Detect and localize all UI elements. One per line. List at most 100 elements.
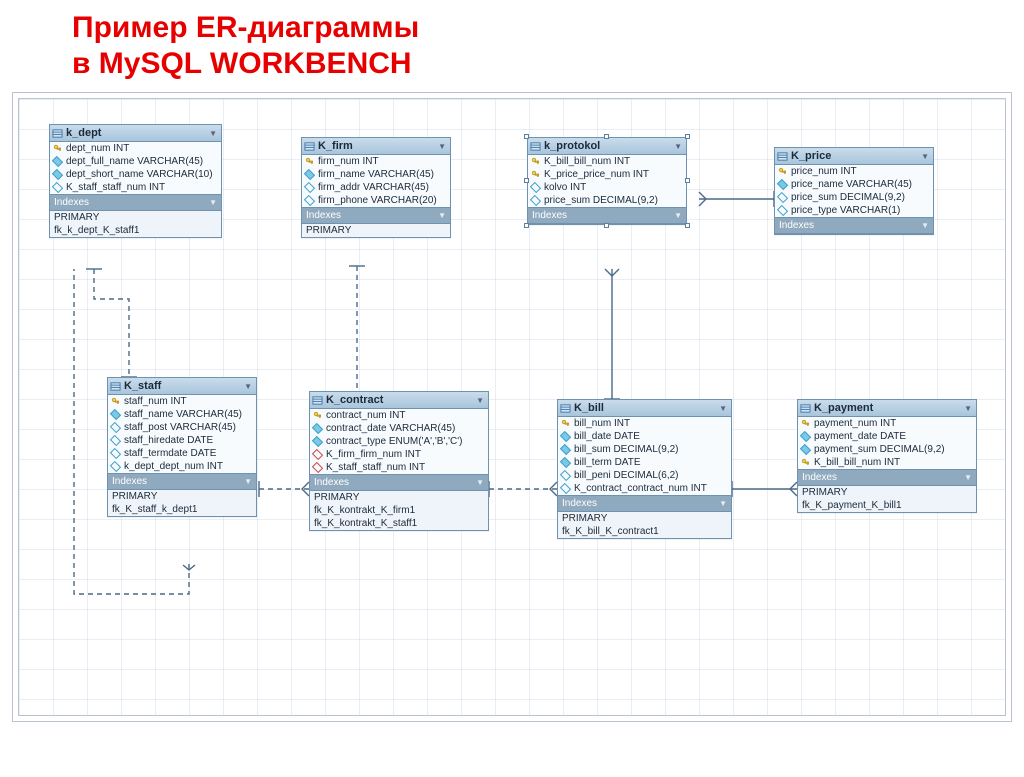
column-row: price_num INT (775, 165, 933, 178)
diamond-icon (304, 182, 315, 193)
key-icon (313, 411, 322, 420)
chevron-down-icon: ▼ (244, 477, 252, 486)
table-k-payment[interactable]: K_payment ▼ payment_num INT payment_date… (797, 399, 977, 513)
diamond-filled-icon (312, 436, 323, 447)
index-row: fk_K_bill_K_contract1 (558, 525, 731, 538)
column-row: K_staff_staff_num INT (310, 461, 488, 474)
column-row: firm_num INT (302, 155, 450, 168)
chevron-down-icon: ▼ (244, 382, 252, 391)
indexes-section[interactable]: Indexes▼ (50, 194, 221, 211)
index-row: fk_K_kontrakt_K_staff1 (310, 517, 488, 530)
column-row: K_price_price_num INT (528, 168, 686, 181)
table-k-dept[interactable]: k_dept ▼ dept_num INT dept_full_name VAR… (49, 124, 222, 238)
chevron-down-icon: ▼ (719, 499, 727, 508)
table-icon (800, 403, 811, 414)
indexes-section[interactable]: Indexes▼ (558, 495, 731, 512)
table-header[interactable]: K_contract ▼ (310, 392, 488, 409)
table-title: K_bill (574, 402, 604, 414)
table-header[interactable]: k_protokol ▼ (528, 138, 686, 155)
table-icon (560, 403, 571, 414)
diamond-filled-icon (800, 431, 811, 442)
chevron-down-icon: ▼ (476, 396, 484, 405)
column-row: K_bill_bill_num INT (528, 155, 686, 168)
diagram-frame: k_dept ▼ dept_num INT dept_full_name VAR… (12, 92, 1012, 722)
table-icon (777, 151, 788, 162)
page-title: Пример ER-диаграммы в MySQL WORKBENCH (72, 10, 1024, 82)
chevron-down-icon: ▼ (674, 142, 682, 151)
indexes-section[interactable]: Indexes▼ (528, 207, 686, 224)
table-k-price[interactable]: K_price ▼ price_num INT price_name VARCH… (774, 147, 934, 235)
diamond-icon (530, 195, 541, 206)
column-row: contract_num INT (310, 409, 488, 422)
chevron-down-icon: ▼ (476, 478, 484, 487)
diamond-icon (777, 192, 788, 203)
table-header[interactable]: k_dept ▼ (50, 125, 221, 142)
column-row: bill_date DATE (558, 430, 731, 443)
diamond-filled-icon (777, 179, 788, 190)
column-row: bill_num INT (558, 417, 731, 430)
column-row: k_dept_dept_num INT (108, 460, 256, 473)
diamond-icon (777, 205, 788, 216)
column-row: dept_num INT (50, 142, 221, 155)
diamond-filled-icon (304, 169, 315, 180)
indexes-section[interactable]: Indexes▼ (302, 207, 450, 224)
column-row: firm_phone VARCHAR(20) (302, 194, 450, 207)
column-row: payment_num INT (798, 417, 976, 430)
chevron-down-icon: ▼ (438, 211, 446, 220)
diamond-filled-icon (110, 409, 121, 420)
index-row: fk_k_dept_K_staff1 (50, 224, 221, 237)
diamond-red-icon (312, 449, 323, 460)
table-k-contract[interactable]: K_contract ▼ contract_num INT contract_d… (309, 391, 489, 531)
table-k-firm[interactable]: K_firm ▼ firm_num INT firm_name VARCHAR(… (301, 137, 451, 238)
table-header[interactable]: K_staff ▼ (108, 378, 256, 395)
table-header[interactable]: K_payment ▼ (798, 400, 976, 417)
heading-line-2: в MySQL WORKBENCH (72, 47, 412, 80)
table-icon (52, 128, 63, 139)
table-icon (304, 141, 315, 152)
column-row: K_contract_contract_num INT (558, 482, 731, 495)
indexes-section[interactable]: Indexes▼ (310, 474, 488, 491)
indexes-section[interactable]: Indexes▼ (798, 469, 976, 486)
key-icon (531, 157, 540, 166)
column-row: payment_date DATE (798, 430, 976, 443)
table-header[interactable]: K_price ▼ (775, 148, 933, 165)
column-row: staff_termdate DATE (108, 447, 256, 460)
diamond-icon (530, 182, 541, 193)
diamond-icon (110, 461, 121, 472)
diamond-filled-icon (560, 457, 571, 468)
chevron-down-icon: ▼ (964, 473, 972, 482)
diamond-icon (560, 483, 571, 494)
column-row: price_type VARCHAR(1) (775, 204, 933, 217)
diamond-filled-icon (52, 169, 63, 180)
column-row: contract_date VARCHAR(45) (310, 422, 488, 435)
column-row: payment_sum DECIMAL(9,2) (798, 443, 976, 456)
key-icon (531, 170, 540, 179)
index-row: fk_K_staff_k_dept1 (108, 503, 256, 516)
column-row: firm_addr VARCHAR(45) (302, 181, 450, 194)
key-icon (111, 397, 120, 406)
table-header[interactable]: K_bill ▼ (558, 400, 731, 417)
diamond-red-icon (312, 462, 323, 473)
table-k-protokol[interactable]: k_protokol ▼ K_bill_bill_num INT K_price… (527, 137, 687, 225)
diagram-canvas[interactable]: k_dept ▼ dept_num INT dept_full_name VAR… (18, 98, 1006, 716)
table-k-bill[interactable]: K_bill ▼ bill_num INT bill_date DATE bil… (557, 399, 732, 539)
diamond-icon (110, 435, 121, 446)
diamond-filled-icon (52, 156, 63, 167)
indexes-section[interactable]: Indexes▼ (108, 473, 256, 490)
table-title: k_protokol (544, 140, 600, 152)
key-icon (305, 157, 314, 166)
index-row: PRIMARY (108, 490, 256, 503)
index-row: PRIMARY (50, 211, 221, 224)
chevron-down-icon: ▼ (674, 211, 682, 220)
chevron-down-icon: ▼ (719, 404, 727, 413)
chevron-down-icon: ▼ (438, 142, 446, 151)
table-icon (530, 141, 541, 152)
table-k-staff[interactable]: K_staff ▼ staff_num INT staff_name VARCH… (107, 377, 257, 517)
indexes-section[interactable]: Indexes▼ (775, 217, 933, 234)
column-row: kolvo INT (528, 181, 686, 194)
column-row: firm_name VARCHAR(45) (302, 168, 450, 181)
table-icon (110, 381, 121, 392)
table-header[interactable]: K_firm ▼ (302, 138, 450, 155)
column-row: staff_post VARCHAR(45) (108, 421, 256, 434)
chevron-down-icon: ▼ (921, 221, 929, 230)
